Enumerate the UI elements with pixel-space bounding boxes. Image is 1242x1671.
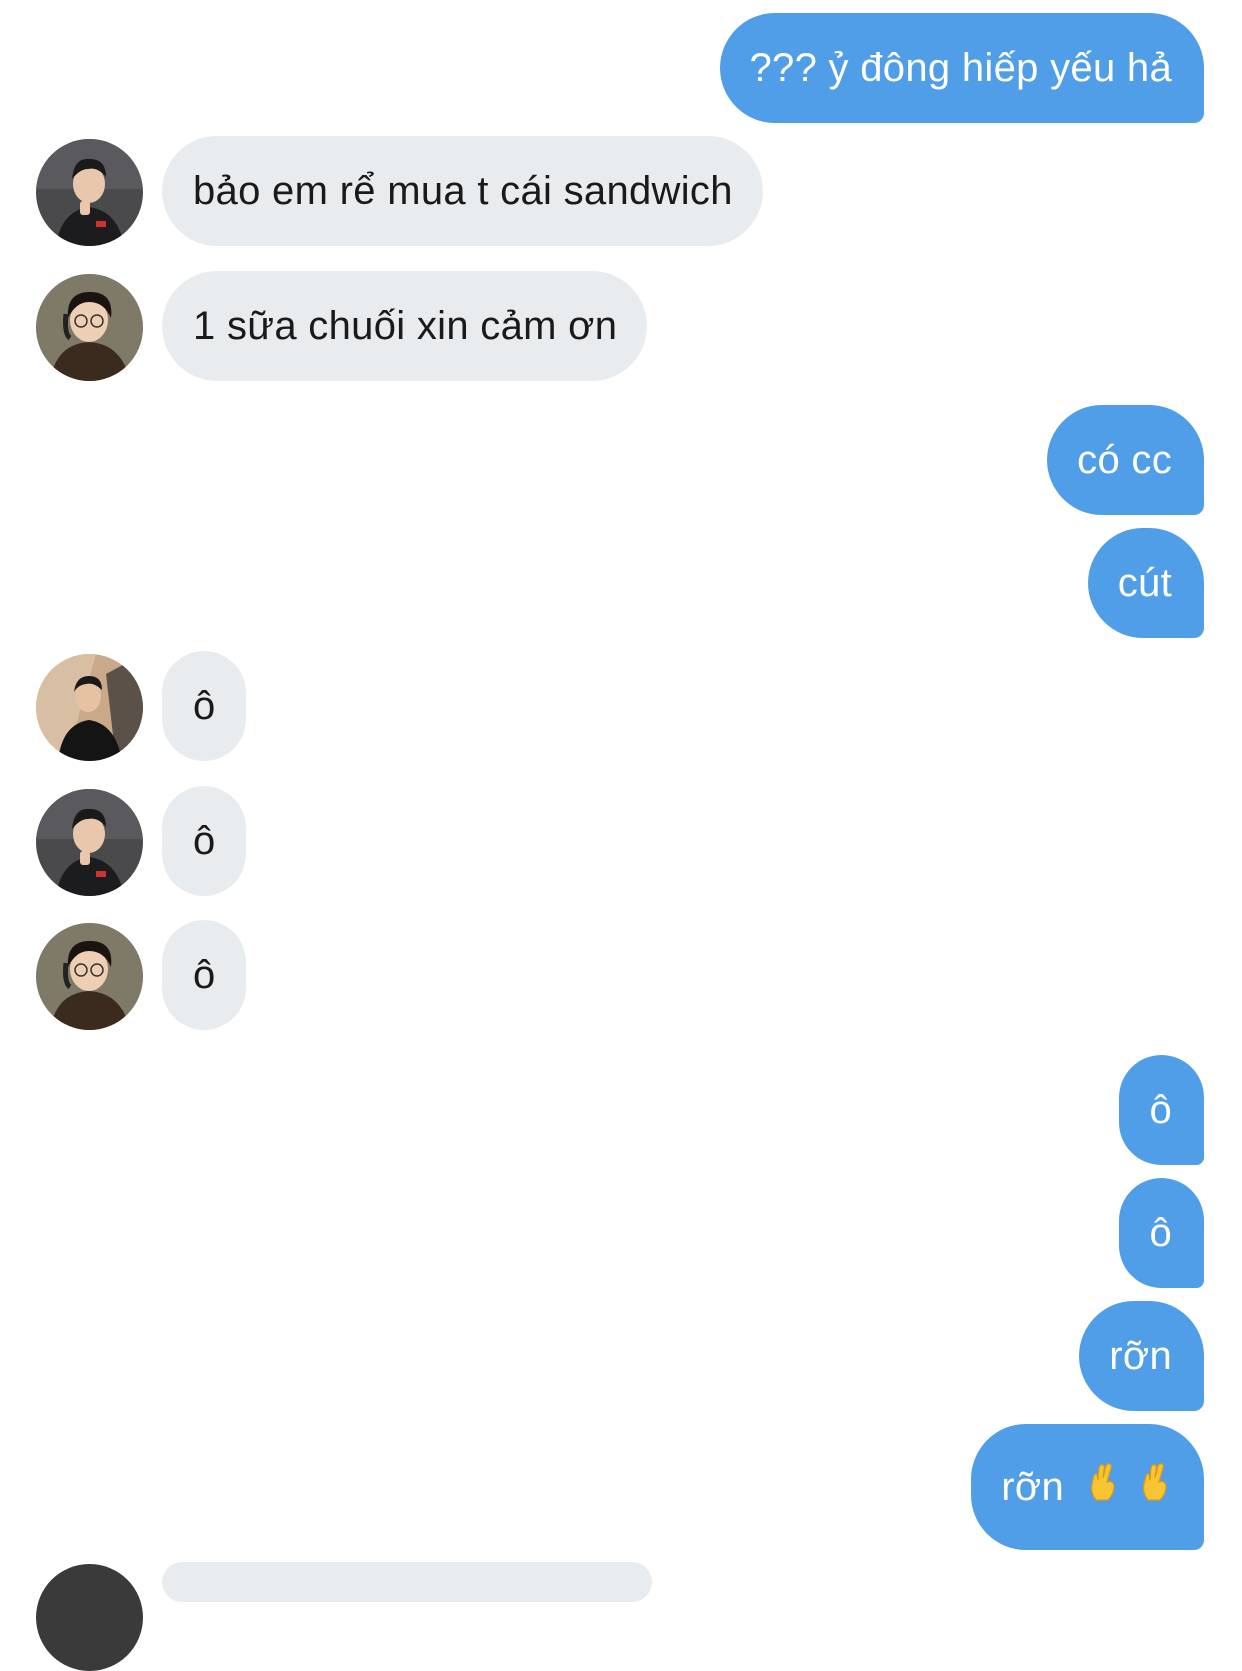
outgoing-message-bubble[interactable]: rỡn xyxy=(971,1424,1204,1550)
message-row: rỡn xyxy=(0,1301,1242,1413)
message-text: ô xyxy=(193,952,216,997)
message-row: ??? ỷ đông hiếp yếu hả xyxy=(0,13,1242,125)
incoming-message-bubble[interactable]: bảo em rể mua t cái sandwich xyxy=(162,136,763,246)
message-text: ô xyxy=(1149,1210,1172,1255)
message-row: 1 sữa chuối xin cảm ơn xyxy=(0,271,1242,383)
incoming-message-bubble[interactable]: 1 sữa chuối xin cảm ơn xyxy=(162,271,648,381)
outgoing-message-bubble[interactable]: ô xyxy=(1119,1178,1204,1288)
outgoing-message-bubble[interactable]: rỡn xyxy=(1079,1301,1204,1411)
message-row: ô xyxy=(0,651,1242,763)
message-row: ô xyxy=(0,920,1242,1032)
incoming-message-bubble[interactable]: ô xyxy=(162,786,246,896)
sender-avatar[interactable] xyxy=(36,139,143,246)
outgoing-message-bubble[interactable]: ô xyxy=(1119,1055,1204,1165)
message-text: rỡn xyxy=(1109,1333,1172,1378)
outgoing-message-bubble[interactable]: có cc xyxy=(1047,405,1204,515)
message-text: 1 sữa chuối xin cảm ơn xyxy=(193,303,618,348)
incoming-message-bubble[interactable]: ô xyxy=(162,920,246,1030)
message-row: ô xyxy=(0,1178,1242,1290)
message-text: ô xyxy=(193,683,216,728)
message-text: ??? ỷ đông hiếp yếu hả xyxy=(749,45,1172,90)
outgoing-message-bubble[interactable]: ??? ỷ đông hiếp yếu hả xyxy=(719,13,1204,123)
message-row: ô xyxy=(0,1055,1242,1167)
message-row: cút xyxy=(0,528,1242,640)
crossed-fingers-icon xyxy=(1138,1462,1172,1512)
message-text: ô xyxy=(193,818,216,863)
sender-avatar[interactable] xyxy=(36,923,143,1030)
crossed-fingers-icon xyxy=(1086,1462,1120,1512)
message-row: rỡn xyxy=(0,1424,1242,1550)
message-text: cút xyxy=(1117,560,1172,605)
message-text: ô xyxy=(1149,1087,1172,1132)
incoming-message-bubble[interactable] xyxy=(162,1562,652,1602)
outgoing-message-bubble[interactable]: cút xyxy=(1087,528,1204,638)
message-text: bảo em rể mua t cái sandwich xyxy=(193,168,733,213)
message-row: ô xyxy=(0,786,1242,898)
message-text: có cc xyxy=(1077,437,1172,482)
sender-avatar[interactable] xyxy=(36,274,143,381)
sender-avatar[interactable] xyxy=(36,1564,143,1671)
incoming-message-bubble[interactable]: ô xyxy=(162,651,246,761)
message-row: bảo em rể mua t cái sandwich xyxy=(0,136,1242,248)
sender-avatar[interactable] xyxy=(36,789,143,896)
message-text: rỡn xyxy=(1001,1464,1064,1509)
message-row: có cc xyxy=(0,405,1242,517)
sender-avatar[interactable] xyxy=(36,654,143,761)
